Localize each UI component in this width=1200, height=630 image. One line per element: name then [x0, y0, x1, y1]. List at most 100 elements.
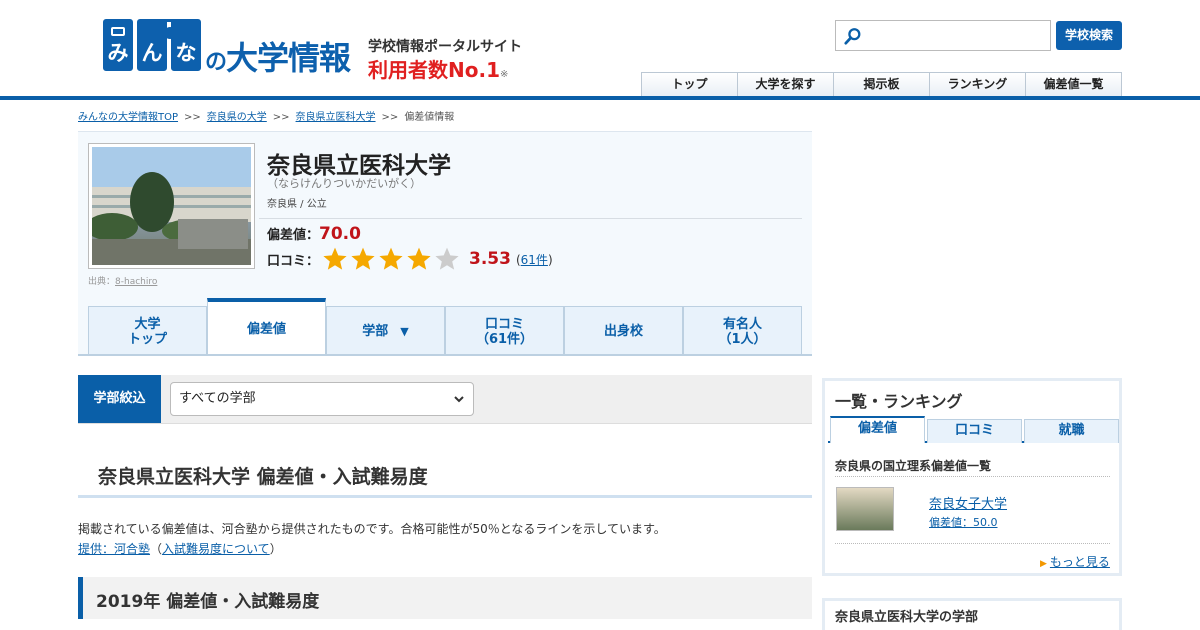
search-icon	[844, 28, 861, 45]
university-photo	[88, 143, 255, 269]
breadcrumb: みんなの大学情報TOP >> 奈良県の大学 >> 奈良県立医科大学 >> 偏差値情報	[78, 108, 454, 123]
review-score: 3.53	[469, 249, 511, 269]
tab-label: 口コミ	[484, 316, 524, 332]
faculty-sidebar-title: 奈良県立医科大学の学部	[835, 610, 979, 625]
review-label: 口コミ：	[267, 253, 320, 269]
university-profile: 出典：8-hachiro 奈良県立医科大学 （ならけんりついかだいがく） 奈良県…	[78, 131, 812, 356]
arrow-right-icon: ▶	[1040, 559, 1047, 569]
breadcrumb-link-university[interactable]: 奈良県立医科大学	[296, 112, 376, 123]
review-count: (61件)	[515, 252, 553, 267]
logo-char: み	[107, 41, 129, 65]
tagline-users-text: 利用者数No.1	[368, 58, 500, 82]
source-link-kawaijuku[interactable]: 提供：河合塾	[78, 542, 150, 556]
university-kana: （ならけんりついかだいがく）	[267, 177, 422, 190]
tagline-note: ※	[500, 69, 509, 80]
tab-label: 有名人	[722, 316, 762, 332]
sidebar-tabs: 偏差値 口コミ 就職	[828, 416, 1119, 443]
star-icon	[435, 247, 459, 270]
nav-item-hensa-list[interactable]: 偏差値一覧	[1025, 72, 1122, 97]
photo-credit: 出典：8-hachiro	[88, 274, 157, 287]
breadcrumb-separator: >>	[381, 112, 399, 123]
chevron-down-icon	[454, 396, 464, 403]
logo-char: ん	[141, 41, 163, 65]
university-location: 奈良県 / 公立	[267, 199, 327, 210]
tagline-users: 利用者数No.1※	[368, 54, 508, 83]
tagline: 学校情報ポータルサイト	[368, 39, 522, 55]
breadcrumb-current: 偏差値情報	[404, 112, 455, 123]
photo-credit-label: 出典：	[88, 277, 116, 287]
review-row: 口コミ： 3.53 (61件)	[267, 246, 553, 272]
sidebar-subtitle: 奈良県の国立理系偏差値一覧	[835, 459, 992, 473]
star-icon	[379, 247, 403, 270]
logo-text: の大学情報	[205, 33, 351, 79]
tab-label: （1人）	[718, 331, 767, 347]
sidebar-tab-hensa[interactable]: 偏差値	[830, 416, 925, 443]
year-heading-text: 2019年 偏差値・入試難易度	[96, 592, 320, 612]
sidebar-more-label: もっと見る	[1049, 555, 1110, 569]
profile-divider	[259, 218, 802, 219]
tab-label: 偏差値	[246, 321, 286, 337]
school-search-button[interactable]: 学校検索	[1056, 21, 1122, 50]
star-icon	[351, 247, 375, 270]
sidebar-more-link[interactable]: ▶ もっと見る	[1040, 553, 1110, 570]
source-paren-close: ）	[269, 542, 282, 556]
tab-label: （61件）	[475, 331, 534, 347]
header-divider	[0, 96, 1200, 100]
sidebar-university-link[interactable]: 奈良女子大学	[929, 493, 1007, 512]
faculty-sidebar: 奈良県立医科大学の学部	[822, 598, 1122, 630]
hensa-description: 掲載されている偏差値は、河合塾から提供されたものです。合格可能性が50％となるラ…	[78, 522, 666, 536]
breadcrumb-link-prefecture[interactable]: 奈良県の大学	[207, 112, 267, 123]
tab-hensa[interactable]: 偏差値	[207, 298, 326, 356]
hensa-value: 70.0	[319, 224, 361, 244]
tab-university-top[interactable]: 大学 トップ	[88, 306, 207, 356]
page-title: 奈良県立医科大学 偏差値・入試難易度	[78, 452, 812, 498]
site-logo[interactable]: み ん な の大学情報	[103, 19, 353, 77]
source-link-about[interactable]: 入試難易度について	[162, 542, 270, 556]
year-heading: 2019年 偏差値・入試難易度	[78, 577, 812, 619]
logo-char-box: な	[171, 19, 201, 71]
faculty-select[interactable]: すべての学部	[170, 382, 474, 416]
breadcrumb-separator: >>	[272, 112, 290, 123]
logo-char-box: み	[103, 19, 133, 71]
tab-alma-mater[interactable]: 出身校	[564, 306, 683, 356]
faculty-filter: 学部絞込 すべての学部	[78, 375, 812, 424]
nav-item-search[interactable]: 大学を探す	[737, 72, 833, 97]
source-paren-open: （	[150, 542, 163, 556]
sidebar-university-photo[interactable]	[836, 487, 894, 531]
tabs-underline	[78, 354, 812, 356]
tab-label: トップ	[127, 331, 167, 347]
breadcrumb-separator: >>	[184, 112, 201, 123]
global-nav: トップ 大学を探す 掲示板 ランキング 偏差値一覧	[641, 72, 1122, 97]
sidebar-tab-reviews[interactable]: 口コミ	[927, 419, 1022, 443]
nav-item-top[interactable]: トップ	[641, 72, 737, 97]
logo-char-box: ん	[137, 19, 167, 71]
review-stars	[321, 246, 461, 272]
tab-label: 大学	[134, 316, 161, 332]
nav-item-board[interactable]: 掲示板	[833, 72, 929, 97]
sidebar-title: 一覧・ランキング	[835, 392, 963, 411]
hensa-label: 偏差値：	[267, 228, 320, 243]
faculty-select-value: すべての学部	[179, 391, 256, 406]
sidebar-university-hensa[interactable]: 偏差値：50.0	[929, 514, 998, 530]
caret-down-icon: ▼	[400, 325, 409, 338]
logo-char: な	[175, 41, 197, 65]
university-tabs: 大学 トップ 偏差値 学部 ▼ 口コミ （61件） 出身校 有名人 （1人）	[88, 298, 802, 356]
tab-label: 出身校	[603, 324, 643, 339]
search-input[interactable]	[835, 20, 1051, 51]
nav-item-ranking[interactable]: ランキング	[929, 72, 1025, 97]
logo-no: の	[205, 50, 227, 75]
tab-reviews[interactable]: 口コミ （61件）	[445, 306, 564, 356]
hensa-row: 偏差値：70.0	[267, 224, 361, 244]
logo-suffix: 大学情報	[226, 39, 351, 77]
tab-celebrities[interactable]: 有名人 （1人）	[683, 306, 802, 356]
star-icon	[407, 247, 431, 270]
sidebar-divider	[835, 543, 1110, 544]
site-header: み ん な の大学情報 学校情報ポータルサイト 利用者数No.1※ 学校検索 ト…	[0, 0, 1200, 100]
photo-credit-link[interactable]: 8-hachiro	[115, 277, 157, 287]
breadcrumb-link-top[interactable]: みんなの大学情報TOP	[78, 112, 178, 123]
tab-faculty[interactable]: 学部 ▼	[326, 306, 445, 356]
star-icon	[323, 247, 347, 270]
review-count-link[interactable]: 61件	[521, 253, 548, 267]
sidebar-tab-employment[interactable]: 就職	[1024, 419, 1119, 443]
sidebar-divider	[835, 476, 1110, 477]
